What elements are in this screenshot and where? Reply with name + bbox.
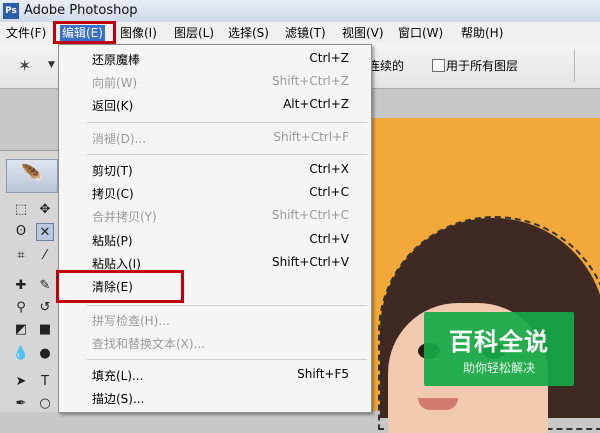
menu-separator bbox=[87, 359, 367, 360]
marquee-tool-icon[interactable]: ⬚ bbox=[12, 201, 30, 219]
lasso-tool-icon[interactable]: ʘ bbox=[12, 223, 30, 241]
all-layers-label[interactable]: 用于所有图层 bbox=[446, 57, 518, 74]
blur-tool-icon[interactable]: 💧 bbox=[12, 345, 30, 363]
menu-item-label: 返回(K) bbox=[92, 99, 134, 113]
toolbox: 🪶 ⬚ ✥ ʘ ✕ ⌗ ⁄ ✚ ✎ ⚲ ↺ ◩ ■ 💧 ● ➤ T ✒ ○ bbox=[0, 150, 59, 412]
magic-wand-tool-icon[interactable]: ✕ bbox=[36, 223, 54, 241]
watermark-subtitle: 助你轻松解决 bbox=[462, 361, 535, 375]
path-selection-icon[interactable]: ➤ bbox=[12, 373, 30, 391]
type-tool-icon[interactable]: T bbox=[36, 373, 54, 391]
watermark-badge: 百科全说 助你轻松解决 bbox=[424, 312, 574, 386]
menu-layer[interactable]: 图层(L) bbox=[174, 25, 214, 41]
menu-item-step-backward[interactable]: 返回(K) Alt+Ctrl+Z bbox=[59, 94, 371, 116]
all-layers-checkbox[interactable] bbox=[432, 59, 445, 72]
tool-preset-dropdown-icon[interactable]: ▼ bbox=[48, 60, 55, 70]
menu-item-stroke[interactable]: 描边(S)... bbox=[59, 387, 371, 409]
menu-item-shortcut: Ctrl+V bbox=[309, 232, 349, 246]
feather-icon: 🪶 bbox=[21, 164, 44, 185]
edit-menu-dropdown: 还原魔棒 Ctrl+Z 向前(W) Shift+Ctrl+Z 返回(K) Alt… bbox=[58, 44, 372, 413]
menu-item-fade[interactable]: 消褪(D)... Shift+Ctrl+F bbox=[59, 127, 371, 149]
crop-tool-icon[interactable]: ⌗ bbox=[12, 247, 30, 265]
menu-item-copy[interactable]: 拷贝(C) Ctrl+C bbox=[59, 182, 371, 204]
menu-separator bbox=[87, 122, 367, 123]
menu-separator bbox=[87, 154, 367, 155]
menu-item-undo[interactable]: 还原魔棒 Ctrl+Z bbox=[59, 48, 371, 70]
menu-item-label: 合并拷贝(Y) bbox=[92, 210, 157, 224]
menu-filter[interactable]: 滤镜(T) bbox=[285, 25, 326, 41]
menu-item-fill[interactable]: 填充(L)... Shift+F5 bbox=[59, 364, 371, 386]
menu-item-step-forward[interactable]: 向前(W) Shift+Ctrl+Z bbox=[59, 71, 371, 93]
menu-item-find-replace[interactable]: 查找和替换文本(X)... bbox=[59, 332, 371, 354]
menu-item-label: 粘贴(P) bbox=[92, 234, 133, 248]
menu-item-label: 消褪(D)... bbox=[92, 132, 147, 146]
magic-wand-icon[interactable]: ✶ bbox=[18, 56, 31, 75]
menu-item-shortcut: Alt+Ctrl+Z bbox=[283, 97, 349, 111]
menu-view[interactable]: 视图(V) bbox=[342, 25, 384, 41]
menu-image[interactable]: 图像(I) bbox=[120, 25, 157, 41]
move-tool-icon[interactable]: ✥ bbox=[36, 201, 54, 219]
menu-item-label: 查找和替换文本(X)... bbox=[92, 337, 206, 351]
menu-item-shortcut: Shift+F5 bbox=[297, 367, 349, 381]
options-divider bbox=[574, 50, 575, 82]
menu-item-shortcut: Ctrl+C bbox=[309, 185, 349, 199]
menu-item-shortcut: Shift+Ctrl+F bbox=[273, 130, 349, 144]
menu-item-label: 填充(L)... bbox=[92, 369, 144, 383]
menu-item-paste[interactable]: 粘贴(P) Ctrl+V bbox=[59, 229, 371, 251]
menu-item-cut[interactable]: 剪切(T) Ctrl+X bbox=[59, 159, 371, 181]
pen-tool-icon[interactable]: ✒ bbox=[12, 395, 30, 413]
gradient-tool-icon[interactable]: ■ bbox=[36, 321, 54, 339]
menu-help[interactable]: 帮助(H) bbox=[461, 25, 503, 41]
menu-file[interactable]: 文件(F) bbox=[6, 25, 46, 41]
eyedropper-tool-icon[interactable]: ⁄ bbox=[36, 247, 54, 265]
menu-item-label: 拼写检查(H)... bbox=[92, 314, 170, 328]
menu-separator bbox=[87, 305, 367, 306]
history-brush-icon[interactable]: ↺ bbox=[36, 299, 54, 317]
menu-item-shortcut: Shift+Ctrl+Z bbox=[272, 74, 349, 88]
photo-mouth bbox=[418, 398, 458, 410]
watermark-title: 百科全说 bbox=[449, 328, 549, 356]
menu-item-shortcut: Shift+Ctrl+V bbox=[272, 255, 349, 269]
menu-item-shortcut: Shift+Ctrl+C bbox=[271, 208, 349, 222]
menu-item-label: 描边(S)... bbox=[92, 392, 145, 406]
shape-tool-icon[interactable]: ○ bbox=[36, 395, 54, 413]
menu-item-spell-check[interactable]: 拼写检查(H)... bbox=[59, 309, 371, 331]
eraser-tool-icon[interactable]: ◩ bbox=[12, 321, 30, 339]
menu-item-label: 剪切(T) bbox=[92, 164, 133, 178]
contiguous-label[interactable]: 连续的 bbox=[368, 57, 404, 74]
window-title: Adobe Photoshop bbox=[24, 3, 138, 18]
menu-item-shortcut: Ctrl+X bbox=[309, 162, 349, 176]
photoshop-app-icon: Ps bbox=[3, 3, 19, 19]
menu-select[interactable]: 选择(S) bbox=[228, 25, 269, 41]
brush-tool-icon[interactable]: ✎ bbox=[36, 277, 54, 295]
menu-item-label: 向前(W) bbox=[92, 76, 138, 90]
healing-brush-icon[interactable]: ✚ bbox=[12, 277, 30, 295]
menu-item-label: 拷贝(C) bbox=[92, 187, 134, 201]
edit-menu-highlight-box bbox=[53, 21, 116, 44]
clear-item-highlight-box bbox=[56, 270, 184, 303]
toolbox-header: 🪶 bbox=[6, 159, 58, 193]
dodge-tool-icon[interactable]: ● bbox=[36, 345, 54, 363]
menu-item-copy-merged[interactable]: 合并拷贝(Y) Shift+Ctrl+C bbox=[59, 205, 371, 227]
menu-window[interactable]: 窗口(W) bbox=[398, 25, 443, 41]
title-bar: Ps Adobe Photoshop bbox=[0, 0, 600, 23]
menu-item-shortcut: Ctrl+Z bbox=[309, 51, 349, 65]
menu-item-label: 还原魔棒 bbox=[92, 53, 141, 67]
clone-stamp-icon[interactable]: ⚲ bbox=[12, 299, 30, 317]
